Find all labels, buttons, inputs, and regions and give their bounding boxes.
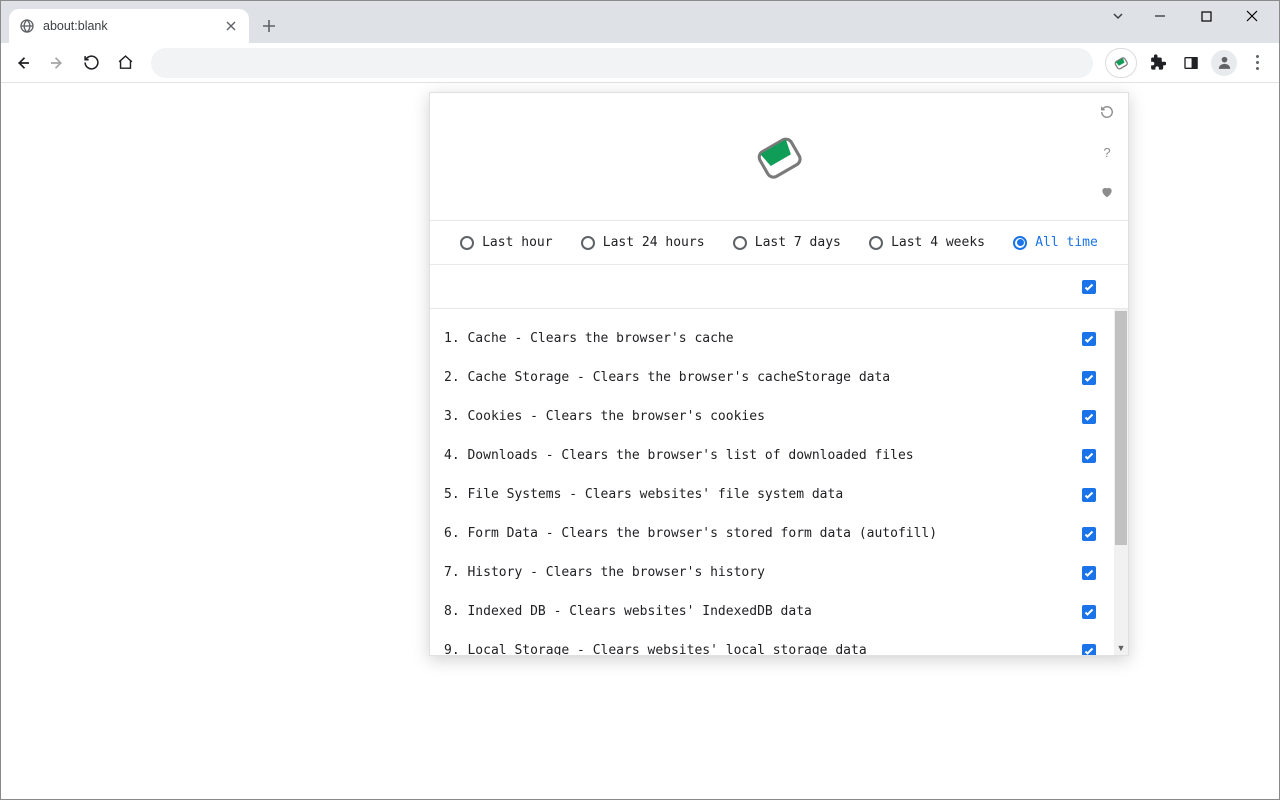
toolbar — [1, 43, 1279, 83]
eraser-icon — [748, 126, 810, 188]
time-range-row: Last hour Last 24 hours Last 7 days Last 4 … — [430, 221, 1128, 265]
forward-button[interactable] — [43, 49, 71, 77]
maximize-button[interactable] — [1183, 1, 1229, 31]
list-item: 3. Cookies - Clears the browser's cookie… — [444, 397, 1096, 436]
radio-icon — [581, 236, 595, 250]
list-item: 5. File Systems - Clears websites' file … — [444, 475, 1096, 514]
globe-icon — [19, 18, 35, 34]
list-item-checkbox[interactable] — [1082, 332, 1096, 346]
tab-strip: about:blank — [1, 1, 1279, 43]
options-list: 1. Cache - Clears the browser's cache 2. … — [430, 309, 1114, 655]
list-item-checkbox[interactable] — [1082, 566, 1096, 580]
scrollbar[interactable]: ▼ — [1114, 309, 1128, 655]
refresh-icon[interactable] — [1098, 103, 1116, 121]
scroll-down-icon[interactable]: ▼ — [1114, 641, 1128, 655]
new-tab-button[interactable] — [255, 12, 283, 40]
list-item-checkbox[interactable] — [1082, 527, 1096, 541]
list-item-label: 2. Cache Storage - Clears the browser's … — [444, 370, 1070, 385]
active-extension-button[interactable] — [1105, 48, 1137, 78]
sidepanel-icon[interactable] — [1177, 49, 1205, 77]
list-item: 9. Local Storage - Clears websites' loca… — [444, 631, 1096, 655]
time-option-label: Last 4 weeks — [891, 235, 985, 250]
extension-popup: ? Last hourLast 24 hoursLast 7 daysLast … — [429, 92, 1129, 656]
list-item: 6. Form Data - Clears the browser's stor… — [444, 514, 1096, 553]
help-icon[interactable]: ? — [1098, 143, 1116, 161]
options-list-wrap: 1. Cache - Clears the browser's cache 2. … — [430, 309, 1128, 655]
time-option-2[interactable]: Last 7 days — [733, 235, 841, 250]
time-option-4[interactable]: All time — [1013, 235, 1098, 250]
list-item-checkbox[interactable] — [1082, 449, 1096, 463]
list-item-checkbox[interactable] — [1082, 410, 1096, 424]
list-item-label: 9. Local Storage - Clears websites' loca… — [444, 643, 1070, 655]
time-option-label: All time — [1035, 235, 1098, 250]
scrollbar-thumb[interactable] — [1115, 311, 1127, 545]
tab-about-blank[interactable]: about:blank — [9, 9, 249, 43]
list-item: 8. Indexed DB - Clears websites' Indexed… — [444, 592, 1096, 631]
heart-icon[interactable] — [1098, 183, 1116, 201]
home-button[interactable] — [111, 49, 139, 77]
caret-down-icon[interactable] — [1099, 1, 1137, 31]
time-option-0[interactable]: Last hour — [460, 235, 552, 250]
menu-button[interactable] — [1243, 49, 1271, 77]
list-item-label: 6. Form Data - Clears the browser's stor… — [444, 526, 1070, 541]
browser-window: about:blank — [0, 0, 1280, 800]
minimize-button[interactable] — [1137, 1, 1183, 31]
tab-title: about:blank — [43, 19, 215, 33]
radio-icon — [460, 236, 474, 250]
list-item: 7. History - Clears the browser's histor… — [444, 553, 1096, 592]
list-item-label: 8. Indexed DB - Clears websites' Indexed… — [444, 604, 1070, 619]
extensions-icon[interactable] — [1143, 49, 1171, 77]
list-item-checkbox[interactable] — [1082, 488, 1096, 502]
list-item-label: 3. Cookies - Clears the browser's cookie… — [444, 409, 1070, 424]
close-tab-icon[interactable] — [223, 18, 239, 34]
time-option-label: Last 24 hours — [603, 235, 705, 250]
radio-icon — [733, 236, 747, 250]
list-item-checkbox[interactable] — [1082, 605, 1096, 619]
select-all-row — [430, 265, 1128, 309]
time-option-label: Last 7 days — [755, 235, 841, 250]
popup-header: ? — [430, 93, 1128, 221]
time-option-1[interactable]: Last 24 hours — [581, 235, 705, 250]
time-option-3[interactable]: Last 4 weeks — [869, 235, 985, 250]
window-controls — [1099, 1, 1275, 31]
radio-icon — [1013, 236, 1027, 250]
back-button[interactable] — [9, 49, 37, 77]
list-item: 1. Cache - Clears the browser's cache — [444, 319, 1096, 358]
profile-avatar[interactable] — [1211, 50, 1237, 76]
list-item-checkbox[interactable] — [1082, 644, 1096, 656]
address-bar[interactable] — [151, 48, 1093, 78]
list-item-label: 7. History - Clears the browser's histor… — [444, 565, 1070, 580]
time-option-label: Last hour — [482, 235, 552, 250]
list-item-checkbox[interactable] — [1082, 371, 1096, 385]
list-item: 4. Downloads - Clears the browser's list… — [444, 436, 1096, 475]
list-item-label: 4. Downloads - Clears the browser's list… — [444, 448, 1070, 463]
close-window-button[interactable] — [1229, 1, 1275, 31]
list-item: 2. Cache Storage - Clears the browser's … — [444, 358, 1096, 397]
list-item-label: 1. Cache - Clears the browser's cache — [444, 331, 1070, 346]
list-item-label: 5. File Systems - Clears websites' file … — [444, 487, 1070, 502]
reload-button[interactable] — [77, 49, 105, 77]
radio-icon — [869, 236, 883, 250]
select-all-checkbox[interactable] — [1082, 280, 1096, 294]
